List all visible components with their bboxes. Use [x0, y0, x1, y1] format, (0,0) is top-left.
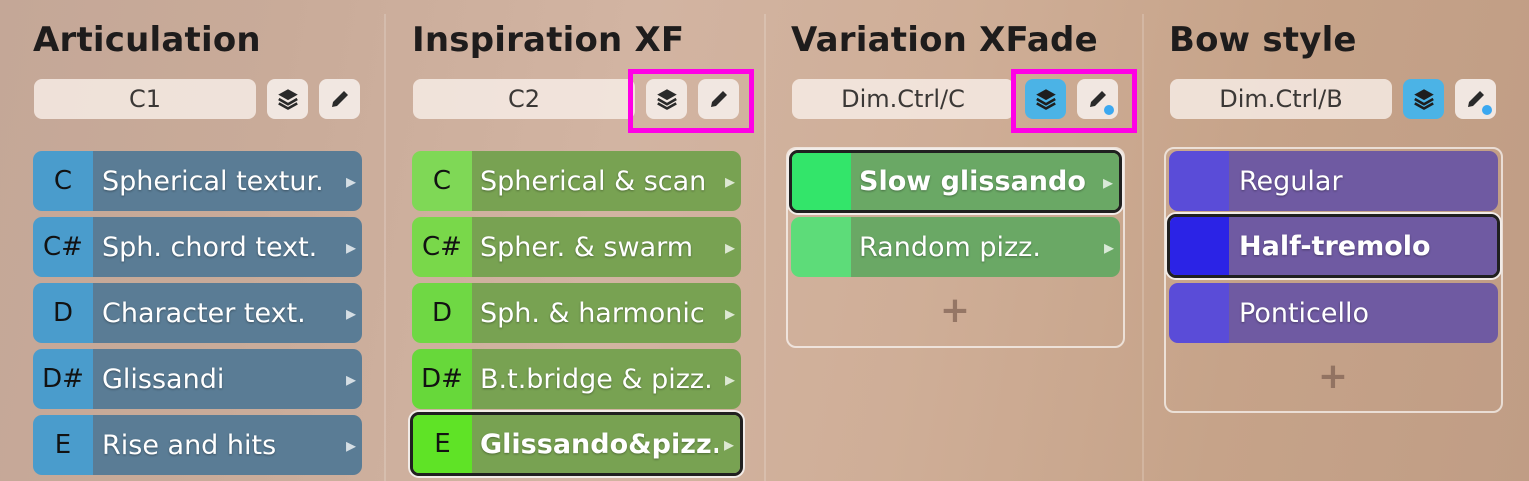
- key-label: [1169, 151, 1229, 211]
- list-item-selected[interactable]: E Glissando&pizz. ▸: [410, 412, 743, 476]
- list-item-selected[interactable]: Slow glissando ▸: [789, 150, 1122, 213]
- chevron-right-icon[interactable]: ▸: [719, 283, 741, 343]
- column-title-bow-style: Bow style: [1169, 20, 1357, 60]
- key-label: C: [412, 151, 472, 211]
- status-dot: [1482, 105, 1492, 115]
- key-label: [1169, 283, 1229, 343]
- list-item[interactable]: C# Sph. chord text. ▸: [33, 217, 362, 277]
- key-label: C: [33, 151, 93, 211]
- edit-button-articulation[interactable]: [319, 79, 360, 119]
- trigger-selector-articulation[interactable]: C1: [34, 79, 256, 119]
- edit-button-inspiration[interactable]: [698, 79, 739, 119]
- status-dot: [1104, 105, 1114, 115]
- chevron-right-icon[interactable]: ▸: [340, 349, 362, 409]
- bow-style-name: Ponticello: [1229, 283, 1498, 343]
- articulation-name: Glissando&pizz.: [472, 415, 718, 473]
- key-label: [792, 153, 851, 210]
- articulation-name: Rise and hits: [93, 415, 340, 475]
- column-divider: [764, 14, 766, 481]
- list-item[interactable]: C# Spher. & swarm ▸: [412, 217, 741, 277]
- column-title-inspiration: Inspiration XF: [412, 20, 685, 60]
- list-item[interactable]: D# Glissandi ▸: [33, 349, 362, 409]
- layers-button-inspiration[interactable]: [646, 79, 687, 119]
- list-item[interactable]: C Spherical & scan ▸: [412, 151, 741, 211]
- key-label: D: [33, 283, 93, 343]
- layers-icon: [656, 89, 677, 110]
- edit-button-variation[interactable]: [1077, 79, 1118, 119]
- list-item[interactable]: Random pizz. ▸: [791, 217, 1120, 277]
- articulation-name: Spher. & swarm: [472, 217, 719, 277]
- articulation-name: Glissandi: [93, 349, 340, 409]
- articulation-name: B.t.bridge & pizz.: [472, 349, 719, 409]
- trigger-selector-variation[interactable]: Dim.Ctrl/C: [792, 79, 1014, 119]
- layers-button-bow-style[interactable]: [1403, 79, 1444, 119]
- key-label: C#: [412, 217, 472, 277]
- layers-icon: [277, 89, 298, 110]
- list-item[interactable]: C Spherical textur. ▸: [33, 151, 362, 211]
- chevron-right-icon[interactable]: ▸: [340, 151, 362, 211]
- key-label: D: [412, 283, 472, 343]
- articulation-name: Sph. chord text.: [93, 217, 340, 277]
- variation-name: Slow glissando: [851, 153, 1097, 210]
- layers-icon: [1413, 89, 1434, 110]
- add-bow-style-button[interactable]: +: [1313, 356, 1353, 397]
- articulation-name: Sph. & harmonic: [472, 283, 719, 343]
- key-label: [791, 217, 851, 277]
- add-variation-button[interactable]: +: [935, 290, 975, 331]
- key-label: E: [413, 415, 472, 473]
- chevron-right-icon[interactable]: ▸: [1098, 217, 1120, 277]
- column-title-variation: Variation XFade: [791, 20, 1098, 60]
- key-label: D#: [33, 349, 93, 409]
- chevron-right-icon[interactable]: ▸: [340, 415, 362, 475]
- trigger-selector-bow-style[interactable]: Dim.Ctrl/B: [1170, 79, 1392, 119]
- chevron-right-icon[interactable]: ▸: [1097, 153, 1119, 210]
- variation-name: Random pizz.: [851, 217, 1098, 277]
- pencil-icon: [331, 91, 348, 107]
- layers-button-articulation[interactable]: [267, 79, 308, 119]
- column-title-articulation: Articulation: [33, 20, 261, 60]
- layers-button-variation[interactable]: [1025, 79, 1066, 119]
- bow-style-name: Half-tremolo: [1229, 217, 1497, 275]
- list-item-selected[interactable]: Half-tremolo: [1167, 214, 1500, 278]
- key-label: E: [33, 415, 93, 475]
- chevron-right-icon[interactable]: ▸: [718, 415, 740, 473]
- articulation-name: Spherical & scan: [472, 151, 719, 211]
- trigger-selector-inspiration[interactable]: C2: [413, 79, 635, 119]
- list-item[interactable]: D# B.t.bridge & pizz. ▸: [412, 349, 741, 409]
- list-item[interactable]: E Rise and hits ▸: [33, 415, 362, 475]
- pencil-icon: [710, 91, 727, 107]
- articulation-name: Spherical textur.: [93, 151, 340, 211]
- column-divider: [1142, 14, 1144, 481]
- key-label: D#: [412, 349, 472, 409]
- chevron-right-icon[interactable]: ▸: [719, 217, 741, 277]
- column-divider: [384, 14, 386, 481]
- chevron-right-icon[interactable]: ▸: [719, 349, 741, 409]
- list-item[interactable]: Regular: [1169, 151, 1498, 211]
- list-item[interactable]: Ponticello: [1169, 283, 1498, 343]
- chevron-right-icon[interactable]: ▸: [340, 217, 362, 277]
- articulation-name: Character text.: [93, 283, 340, 343]
- bow-style-name: Regular: [1229, 151, 1498, 211]
- key-label: [1170, 217, 1229, 275]
- list-item[interactable]: D Sph. & harmonic ▸: [412, 283, 741, 343]
- chevron-right-icon[interactable]: ▸: [340, 283, 362, 343]
- chevron-right-icon[interactable]: ▸: [719, 151, 741, 211]
- layers-icon: [1035, 89, 1056, 110]
- key-label: C#: [33, 217, 93, 277]
- list-item[interactable]: D Character text. ▸: [33, 283, 362, 343]
- edit-button-bow-style[interactable]: [1455, 79, 1496, 119]
